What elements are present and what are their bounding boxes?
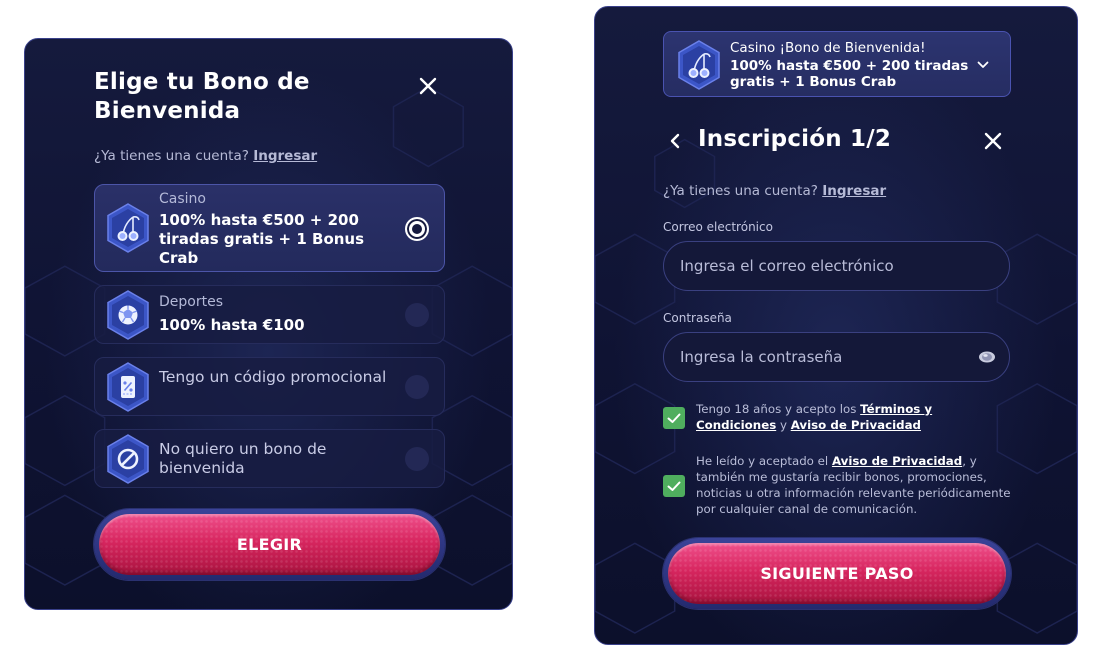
option-label: No quiero un bono de bienvenida: [159, 440, 327, 477]
radio-button[interactable]: [405, 447, 429, 471]
bonus-option-casino[interactable]: Casino 100% hasta €500 + 200 tiradas gra…: [94, 184, 445, 272]
chevron-down-icon[interactable]: [976, 58, 990, 72]
option-category: Deportes: [159, 294, 223, 310]
chevron-left-icon: [670, 133, 680, 149]
show-password-button[interactable]: [978, 349, 996, 365]
close-button[interactable]: [417, 75, 439, 97]
marketing-checkbox[interactable]: [663, 475, 685, 497]
email-label: Correo electrónico: [663, 220, 773, 234]
next-step-button[interactable]: SIGUIENTE PASO: [668, 543, 1006, 604]
option-label: 100% hasta €500 + 200 tiradas gratis + 1…: [159, 211, 365, 267]
page-title: Inscripción 1/2: [698, 126, 892, 152]
cherries-icon: [106, 203, 150, 253]
close-icon: [984, 132, 1002, 150]
account-prompt: ¿Ya tienes una cuenta? Ingresar: [94, 148, 318, 164]
eye-icon: [979, 351, 995, 363]
promo-ticket-icon: [106, 362, 150, 412]
check-icon: [667, 413, 681, 423]
terms-consent-text: Tengo 18 años y acepto los Términos y Co…: [696, 402, 933, 432]
next-step-button-frame: SIGUIENTE PASO: [663, 538, 1011, 609]
signup-modal: Casino ¡Bono de Bienvenida! 100% hasta €…: [594, 6, 1078, 645]
back-button[interactable]: [665, 131, 685, 151]
bonus-selection-modal: Elige tu Bono de Bienvenida ¿Ya tienes u…: [24, 38, 513, 610]
option-label: 100% hasta €100: [159, 316, 305, 334]
radio-button[interactable]: [405, 375, 429, 399]
choose-button-frame: ELEGIR: [94, 509, 445, 580]
option-category: Casino: [159, 191, 206, 207]
radio-button-selected[interactable]: [405, 217, 429, 241]
bonus-option-none[interactable]: No quiero un bono de bienvenida: [94, 429, 445, 488]
selected-bonus-banner[interactable]: Casino ¡Bono de Bienvenida! 100% hasta €…: [663, 31, 1011, 97]
check-icon: [667, 481, 681, 491]
option-label: Tengo un código promocional: [159, 368, 387, 386]
bonus-option-sports[interactable]: Deportes 100% hasta €100: [94, 285, 445, 344]
marketing-consent-text: He leído y aceptado el Aviso de Privacid…: [696, 454, 1011, 516]
password-field[interactable]: [663, 332, 1010, 382]
radio-button[interactable]: [405, 303, 429, 327]
terms-checkbox[interactable]: [663, 407, 685, 429]
choose-button[interactable]: ELEGIR: [99, 514, 440, 575]
login-link[interactable]: Ingresar: [822, 183, 886, 199]
privacy-link[interactable]: Aviso de Privacidad: [832, 454, 962, 468]
banner-title: Casino ¡Bono de Bienvenida!: [730, 40, 926, 56]
email-field[interactable]: [663, 241, 1010, 291]
account-prompt: ¿Ya tienes una cuenta? Ingresar: [663, 183, 887, 199]
cherries-icon: [677, 40, 721, 90]
login-link[interactable]: Ingresar: [253, 148, 317, 164]
banner-bonus-label: 100% hasta €500 + 200 tiradas gratis + 1…: [730, 58, 969, 90]
soccer-ball-icon: [106, 290, 150, 340]
password-label: Contraseña: [663, 311, 732, 325]
close-icon: [419, 77, 437, 95]
page-title: Elige tu Bono de Bienvenida: [94, 69, 310, 124]
no-bonus-icon: [106, 434, 150, 484]
privacy-link[interactable]: Aviso de Privacidad: [791, 418, 921, 432]
close-button[interactable]: [982, 130, 1004, 152]
bonus-option-promo-code[interactable]: Tengo un código promocional: [94, 357, 445, 416]
